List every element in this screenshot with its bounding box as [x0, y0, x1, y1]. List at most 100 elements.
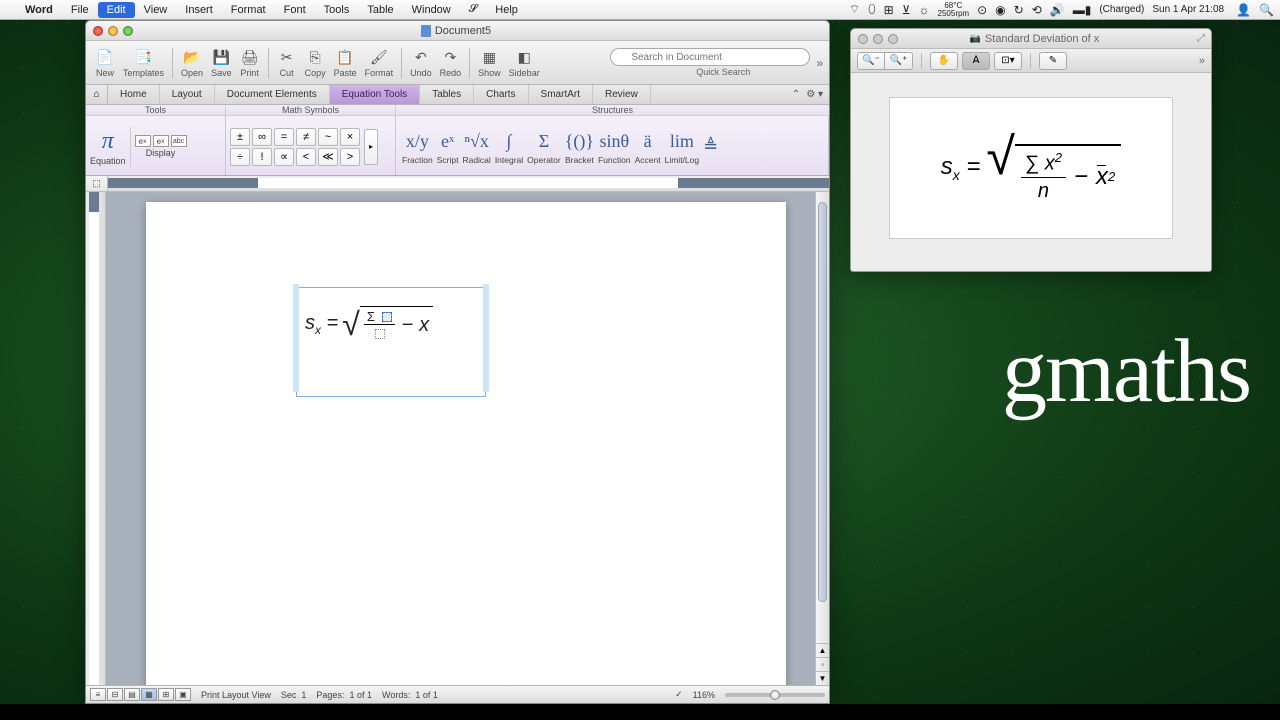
word-titlebar[interactable]: Document5	[86, 21, 829, 41]
hand-tool-button[interactable]: ✋	[930, 52, 958, 70]
horizontal-ruler[interactable]: ⬚	[86, 176, 829, 192]
zoom-out-button[interactable]: 🔍⁻	[857, 52, 885, 70]
sidebar-button[interactable]: ◧Sidebar	[506, 48, 543, 78]
symbol-cell[interactable]: !	[252, 148, 272, 166]
minimize-button[interactable]	[108, 26, 118, 36]
vertical-scrollbar[interactable]: ▲ ◦ ▼	[815, 192, 829, 685]
structure-fraction[interactable]: x/yFraction	[400, 128, 435, 165]
close-button[interactable]	[93, 26, 103, 36]
structure-radical[interactable]: ⁿ√xRadical	[460, 128, 492, 165]
user-icon[interactable]: 👤	[1236, 3, 1251, 17]
format-button[interactable]: 🖌Format	[362, 48, 397, 78]
preview-minimize-button[interactable]	[873, 34, 883, 44]
structure-limitlog[interactable]: limLimit/Log	[663, 128, 702, 165]
page[interactable]: sx = √ Σ − x	[146, 202, 786, 685]
zoom-value[interactable]: 116%	[693, 690, 715, 700]
menu-window[interactable]: Window	[403, 2, 460, 18]
zoom-button[interactable]	[123, 26, 133, 36]
undo-button[interactable]: ↶Undo	[407, 48, 435, 78]
copy-button[interactable]: ⎘Copy	[302, 48, 329, 78]
paste-button[interactable]: 📋Paste	[331, 48, 360, 78]
structure-function[interactable]: sinθFunction	[596, 128, 633, 165]
structure-accent[interactable]: äAccent	[633, 128, 663, 165]
view-publishing-button[interactable]: ▤	[124, 688, 140, 701]
symbol-cell[interactable]: =	[274, 128, 294, 146]
equation-object[interactable]: sx = √ Σ − x	[296, 287, 486, 397]
preview-zoom-button[interactable]	[888, 34, 898, 44]
new-button[interactable]: 📄New	[92, 48, 118, 78]
battery-icon[interactable]: ▬▮	[1073, 3, 1092, 17]
structure-integral[interactable]: ∫Integral	[493, 128, 525, 165]
save-button[interactable]: 💾Save	[208, 48, 235, 78]
equation-placeholder-denominator[interactable]	[375, 329, 385, 339]
tab-home[interactable]: Home	[108, 85, 160, 104]
page-scroll-area[interactable]: sx = √ Σ − x	[106, 192, 829, 685]
symbol-cell[interactable]: ∞	[252, 128, 272, 146]
cut-button[interactable]: ✂Cut	[274, 48, 300, 78]
zoom-slider[interactable]	[725, 693, 825, 697]
view-draft-button[interactable]: ≡	[90, 688, 106, 701]
symbol-cell[interactable]: ≠	[296, 128, 316, 146]
show-button[interactable]: ▦Show	[475, 48, 504, 78]
tab-tables[interactable]: Tables	[420, 85, 474, 104]
structure-[interactable]: ≜	[701, 133, 720, 160]
equation-button[interactable]: π Equation	[90, 128, 126, 166]
view-focus-button[interactable]: ▣	[175, 688, 191, 701]
redo-button[interactable]: ↷Redo	[437, 48, 465, 78]
search-input[interactable]	[610, 48, 810, 66]
print-button[interactable]: 🖨Print	[237, 48, 263, 78]
structure-script[interactable]: eˣScript	[435, 128, 461, 165]
menu-table[interactable]: Table	[358, 2, 402, 18]
view-print-button[interactable]: ▦	[141, 688, 157, 701]
volume-icon[interactable]: 🔊	[1050, 3, 1065, 17]
sun-icon[interactable]: ☼	[919, 3, 930, 17]
circle-icon[interactable]: ◉	[995, 3, 1005, 17]
menu-format[interactable]: Format	[222, 2, 275, 18]
leaf-icon[interactable]: ⬯	[868, 2, 876, 17]
scroll-down-icon[interactable]: ▼	[816, 671, 829, 685]
symbol-cell[interactable]: ÷	[230, 148, 250, 166]
symbol-cell[interactable]: >	[340, 148, 360, 166]
zoom-in-button[interactable]: 🔍⁺	[885, 52, 913, 70]
tab-layout[interactable]: Layout	[160, 85, 215, 104]
tab-review[interactable]: Review	[593, 85, 651, 104]
tab-charts[interactable]: Charts	[474, 85, 528, 104]
wifi-icon[interactable]: ⌔	[849, 2, 860, 17]
menu-file[interactable]: File	[62, 2, 98, 18]
symbol-cell[interactable]: ≪	[318, 148, 338, 166]
tab-home-icon[interactable]: ⌂	[86, 85, 108, 104]
preview-close-button[interactable]	[858, 34, 868, 44]
menu-help[interactable]: Help	[486, 2, 527, 18]
menu-tools[interactable]: Tools	[315, 2, 359, 18]
preview-image[interactable]: sx = √ ∑ x2 n − x2	[889, 97, 1173, 239]
display-button[interactable]: exexabc Display	[135, 135, 187, 158]
vertical-ruler[interactable]	[86, 192, 106, 685]
antenna-icon[interactable]: ⊻	[902, 3, 911, 17]
symbol-cell[interactable]: <	[296, 148, 316, 166]
equation-content[interactable]: sx = √ Σ − x	[297, 288, 485, 360]
spotlight-icon[interactable]: 🔍	[1259, 3, 1274, 17]
clock[interactable]: Sun 1 Apr 21:08	[1152, 4, 1228, 15]
symbol-cell[interactable]: ~	[318, 128, 338, 146]
marquee-tool-button[interactable]: ⊡▾	[994, 52, 1022, 70]
symbol-nav-button[interactable]: ▸	[364, 129, 378, 165]
toolbar-chevron-icon[interactable]: »	[816, 56, 823, 70]
symbol-cell[interactable]: ∝	[274, 148, 294, 166]
menu-edit[interactable]: Edit	[98, 2, 135, 18]
menu-insert[interactable]: Insert	[176, 2, 222, 18]
menu-view[interactable]: View	[135, 2, 177, 18]
annotate-button[interactable]: ✎	[1039, 52, 1067, 70]
tab-smartart[interactable]: SmartArt	[529, 85, 593, 104]
app-menu[interactable]: Word	[16, 2, 62, 18]
dropbox-icon[interactable]: ⊞	[884, 3, 894, 17]
equation-placeholder-numerator[interactable]	[382, 312, 392, 322]
preview-expand-icon[interactable]: »	[1199, 55, 1205, 67]
preview-titlebar[interactable]: 📷Standard Deviation of x ⤢	[851, 29, 1211, 49]
ribbon-gear-icon[interactable]: ⚙ ▾	[806, 89, 823, 100]
tab-equation-tools[interactable]: Equation Tools	[330, 85, 420, 104]
scroll-page-icon[interactable]: ◦	[816, 657, 829, 671]
scrollbar-thumb[interactable]	[818, 202, 827, 602]
temp-readout[interactable]: 68°C2505rpm	[938, 2, 970, 18]
select-tool-button[interactable]: 𝖠	[962, 52, 990, 70]
symbol-cell[interactable]: ±	[230, 128, 250, 146]
